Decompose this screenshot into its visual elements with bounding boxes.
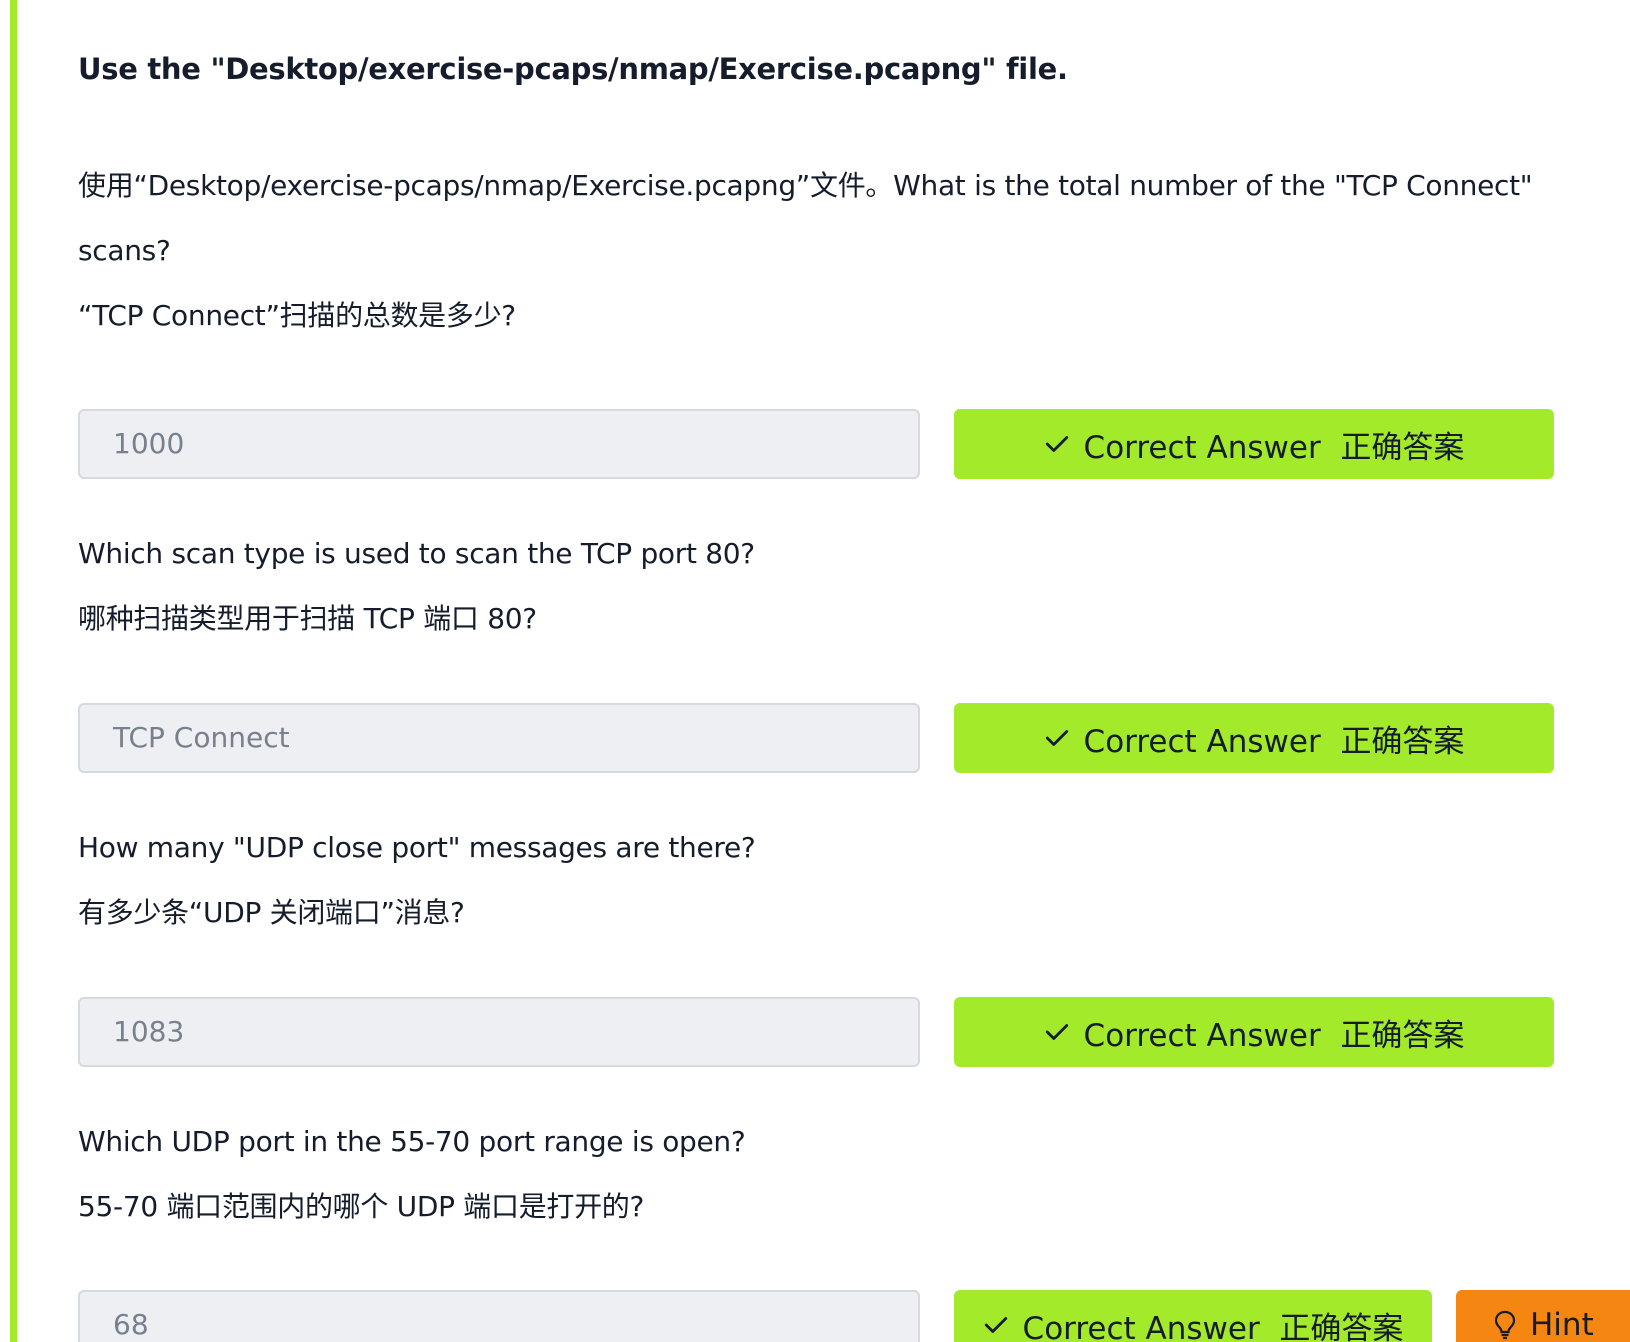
correct-answer-button-3[interactable]: Correct Answer 正确答案 <box>954 997 1554 1067</box>
check-icon <box>1045 730 1068 746</box>
exercise-intro: Use the "Desktop/exercise-pcaps/nmap/Exe… <box>78 52 1068 86</box>
correct-answer-label: Correct Answer 正确答案 <box>1083 1017 1465 1054</box>
left-accent-bar <box>10 0 17 1342</box>
question-3-line-2: 有多少条“UDP 关闭端口”消息? <box>78 896 465 929</box>
correct-answer-button-4[interactable]: Correct Answer 正确答案 <box>954 1290 1432 1342</box>
hint-label: Hint <box>1530 1307 1594 1342</box>
answer-field-2[interactable]: TCP Connect <box>78 703 920 773</box>
correct-answer-button-1[interactable]: Correct Answer 正确答案 <box>954 409 1554 479</box>
hint-button[interactable]: Hint <box>1456 1290 1630 1342</box>
answer-field-3[interactable]: 1083 <box>78 997 920 1067</box>
question-4-line-1: Which UDP port in the 55-70 port range i… <box>78 1125 746 1158</box>
check-icon <box>984 1317 1007 1333</box>
correct-answer-label: Correct Answer 正确答案 <box>1083 723 1465 760</box>
question-1-line-2: scans? <box>78 234 171 267</box>
answer-field-4[interactable]: 68 <box>78 1290 920 1342</box>
answer-field-1[interactable]: 1000 <box>78 409 920 479</box>
question-2-line-2: 哪种扫描类型用于扫描 TCP 端口 80? <box>78 602 537 635</box>
question-1-line-3: “TCP Connect”扫描的总数是多少? <box>78 299 516 332</box>
exercise-page: Use the "Desktop/exercise-pcaps/nmap/Exe… <box>0 0 1630 1342</box>
question-4-line-2: 55-70 端口范围内的哪个 UDP 端口是打开的? <box>78 1190 645 1223</box>
correct-answer-label: Correct Answer 正确答案 <box>1022 1310 1404 1342</box>
check-icon <box>1045 436 1068 452</box>
question-2-line-1: Which scan type is used to scan the TCP … <box>78 537 755 570</box>
question-3-line-1: How many "UDP close port" messages are t… <box>78 831 756 864</box>
question-1-line-1: 使用“Desktop/exercise-pcaps/nmap/Exercise.… <box>78 169 1533 202</box>
lightbulb-icon <box>1494 1310 1516 1340</box>
correct-answer-label: Correct Answer 正确答案 <box>1083 429 1465 466</box>
check-icon <box>1045 1024 1068 1040</box>
correct-answer-button-2[interactable]: Correct Answer 正确答案 <box>954 703 1554 773</box>
